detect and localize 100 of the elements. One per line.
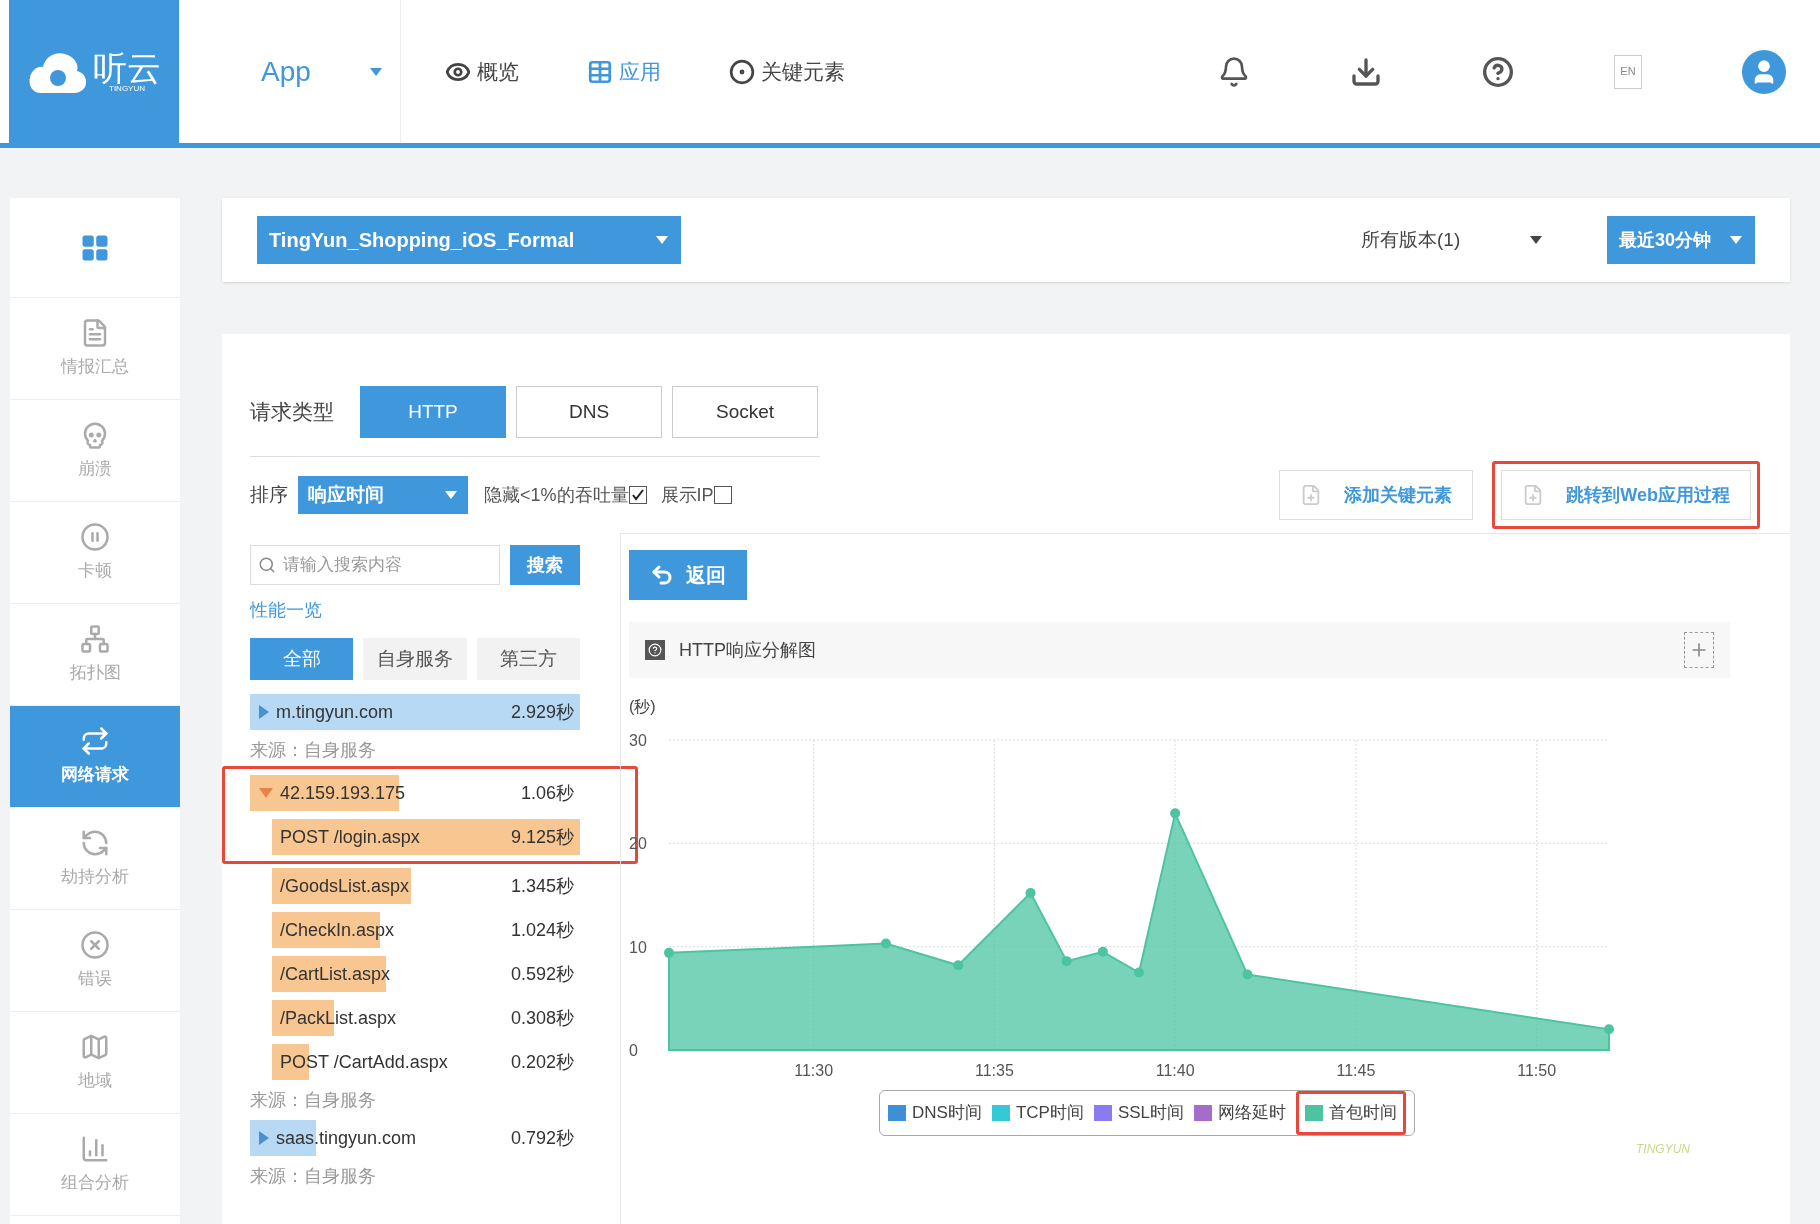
- sidebar-label: 劫持分析: [61, 865, 129, 888]
- sidebar-label: 地域: [78, 1069, 112, 1092]
- source-label: 来源：自身服务: [250, 1164, 377, 1188]
- logo-text: 听云: [93, 50, 161, 85]
- x-tick-label: 11:40: [1155, 1062, 1195, 1079]
- legend-label: DNS时间: [912, 1102, 982, 1125]
- target-icon: [729, 58, 755, 85]
- request-name: /GoodsList.aspx: [280, 874, 410, 898]
- expand-icon[interactable]: [1684, 632, 1714, 668]
- version-select[interactable]: 所有版本(1): [1349, 216, 1555, 264]
- request-row[interactable]: /GoodsList.aspx 1.345秒: [272, 864, 580, 908]
- request-name: saas.tingyun.com: [276, 1126, 417, 1150]
- x-tick-label: 11:45: [1336, 1062, 1376, 1079]
- sidebar-label: 网络请求: [61, 763, 129, 786]
- caret-icon: [444, 490, 458, 500]
- legend-item[interactable]: 网络延时: [1194, 1100, 1287, 1126]
- language-button[interactable]: EN: [1614, 54, 1642, 89]
- swap-arrows-icon: [80, 725, 110, 756]
- caret-icon: [1729, 235, 1743, 245]
- pause-icon: [80, 521, 110, 552]
- point: [1134, 967, 1144, 978]
- caret-icon: [655, 235, 669, 245]
- request-type-label: 请求类型: [250, 399, 335, 426]
- request-row[interactable]: /PackList.aspx 0.308秒: [272, 996, 580, 1040]
- help-icon[interactable]: [1482, 55, 1514, 88]
- nav-tab[interactable]: 关键元素: [729, 55, 845, 88]
- legend-item[interactable]: DNS时间: [888, 1100, 982, 1126]
- x-tick-label: 11:50: [1517, 1062, 1557, 1079]
- legend-item[interactable]: TCP时间: [991, 1100, 1084, 1126]
- host-row[interactable]: m.tingyun.com 2.929秒: [250, 690, 580, 734]
- response-time: 0.202秒: [510, 1050, 574, 1074]
- response-time: 1.06秒: [520, 781, 574, 805]
- request-type-tab[interactable]: Socket: [672, 386, 818, 438]
- request-name: /CartList.aspx: [280, 962, 391, 986]
- request-row[interactable]: POST /login.aspx 9.125秒: [272, 815, 580, 859]
- source-label: 来源：自身服务: [250, 1088, 377, 1112]
- point: [1061, 956, 1072, 967]
- response-time: 1.024秒: [510, 918, 574, 942]
- response-time: 0.308秒: [510, 1006, 574, 1030]
- sort-label: 排序: [250, 482, 289, 507]
- error-icon: [80, 929, 110, 960]
- point: [1097, 946, 1108, 957]
- request-row[interactable]: /CartList.aspx 0.592秒: [272, 952, 580, 996]
- response-time: 0.792秒: [510, 1126, 574, 1150]
- download-icon[interactable]: [1350, 55, 1382, 88]
- y-tick-label: 30: [629, 732, 647, 749]
- request-name: /PackList.aspx: [280, 1006, 397, 1030]
- source-label: 来源：自身服务: [250, 738, 377, 762]
- hierarchy-icon: [80, 623, 110, 654]
- request-row[interactable]: /CheckIn.aspx 1.024秒: [272, 908, 580, 952]
- response-time: 1.345秒: [510, 874, 574, 898]
- y-tick-label: 10: [629, 938, 647, 956]
- back-arrow-icon: [650, 563, 674, 587]
- chart-credit: TINGYUN: [1636, 1141, 1690, 1158]
- sidebar-label: 组合分析: [61, 1171, 129, 1194]
- legend-item[interactable]: 首包时间: [1305, 1100, 1398, 1126]
- point: [880, 938, 891, 949]
- caret-icon: [368, 66, 383, 77]
- y-axis-label: (秒): [629, 698, 656, 715]
- help-icon[interactable]: [645, 640, 665, 660]
- legend-item[interactable]: SSL时间: [1093, 1100, 1185, 1126]
- search-icon: [258, 556, 276, 574]
- point: [1604, 1024, 1614, 1035]
- request-type-tab[interactable]: DNS: [516, 386, 662, 438]
- x-tick-label: 11:30: [794, 1062, 834, 1079]
- sidebar-label: 卡顿: [78, 559, 112, 582]
- scope-tab[interactable]: 第三方: [476, 638, 580, 680]
- search-field[interactable]: 请输入搜索内容: [250, 545, 500, 585]
- option-checkbox[interactable]: 展示IP: [660, 481, 732, 509]
- response-time: 2.929秒: [510, 700, 574, 724]
- legend-label: SSL时间: [1117, 1102, 1185, 1125]
- request-name: POST /login.aspx: [280, 825, 420, 849]
- point: [664, 947, 674, 958]
- host-row[interactable]: saas.tingyun.com 0.792秒: [250, 1116, 580, 1160]
- legend-label: 首包时间: [1329, 1102, 1398, 1125]
- sidebar-label: 情报汇总: [61, 355, 129, 378]
- checkbox[interactable]: [628, 486, 647, 504]
- legend-label: 网络延时: [1218, 1102, 1287, 1125]
- point: [1242, 969, 1253, 980]
- checkbox[interactable]: [713, 486, 732, 504]
- option-checkbox[interactable]: 隐藏<1%的吞吐量: [484, 481, 647, 509]
- table-icon: [587, 58, 613, 85]
- logo-subtext: TINGYUN: [109, 84, 145, 93]
- legend-label: TCP时间: [1015, 1102, 1084, 1125]
- response-time: 9.125秒: [510, 825, 574, 849]
- y-tick-label: 0: [629, 1042, 638, 1059]
- point: [1025, 887, 1036, 898]
- scope-tab[interactable]: 自身服务: [363, 638, 467, 680]
- request-name: m.tingyun.com: [276, 700, 394, 724]
- notification-bell-icon[interactable]: [1218, 55, 1250, 88]
- request-name: /CheckIn.aspx: [280, 918, 395, 942]
- check-icon: [630, 488, 645, 502]
- nav-tab[interactable]: 概览: [445, 55, 519, 88]
- x-tick-label: 11:35: [974, 1062, 1014, 1079]
- sidebar-label: 错误: [78, 967, 112, 990]
- caret-icon: [1529, 235, 1543, 245]
- chart-title: HTTP响应分解图: [679, 638, 816, 662]
- user-avatar[interactable]: [1742, 49, 1786, 94]
- sidebar-label: 崩溃: [78, 457, 112, 480]
- sidebar-label: 拓扑图: [69, 661, 121, 684]
